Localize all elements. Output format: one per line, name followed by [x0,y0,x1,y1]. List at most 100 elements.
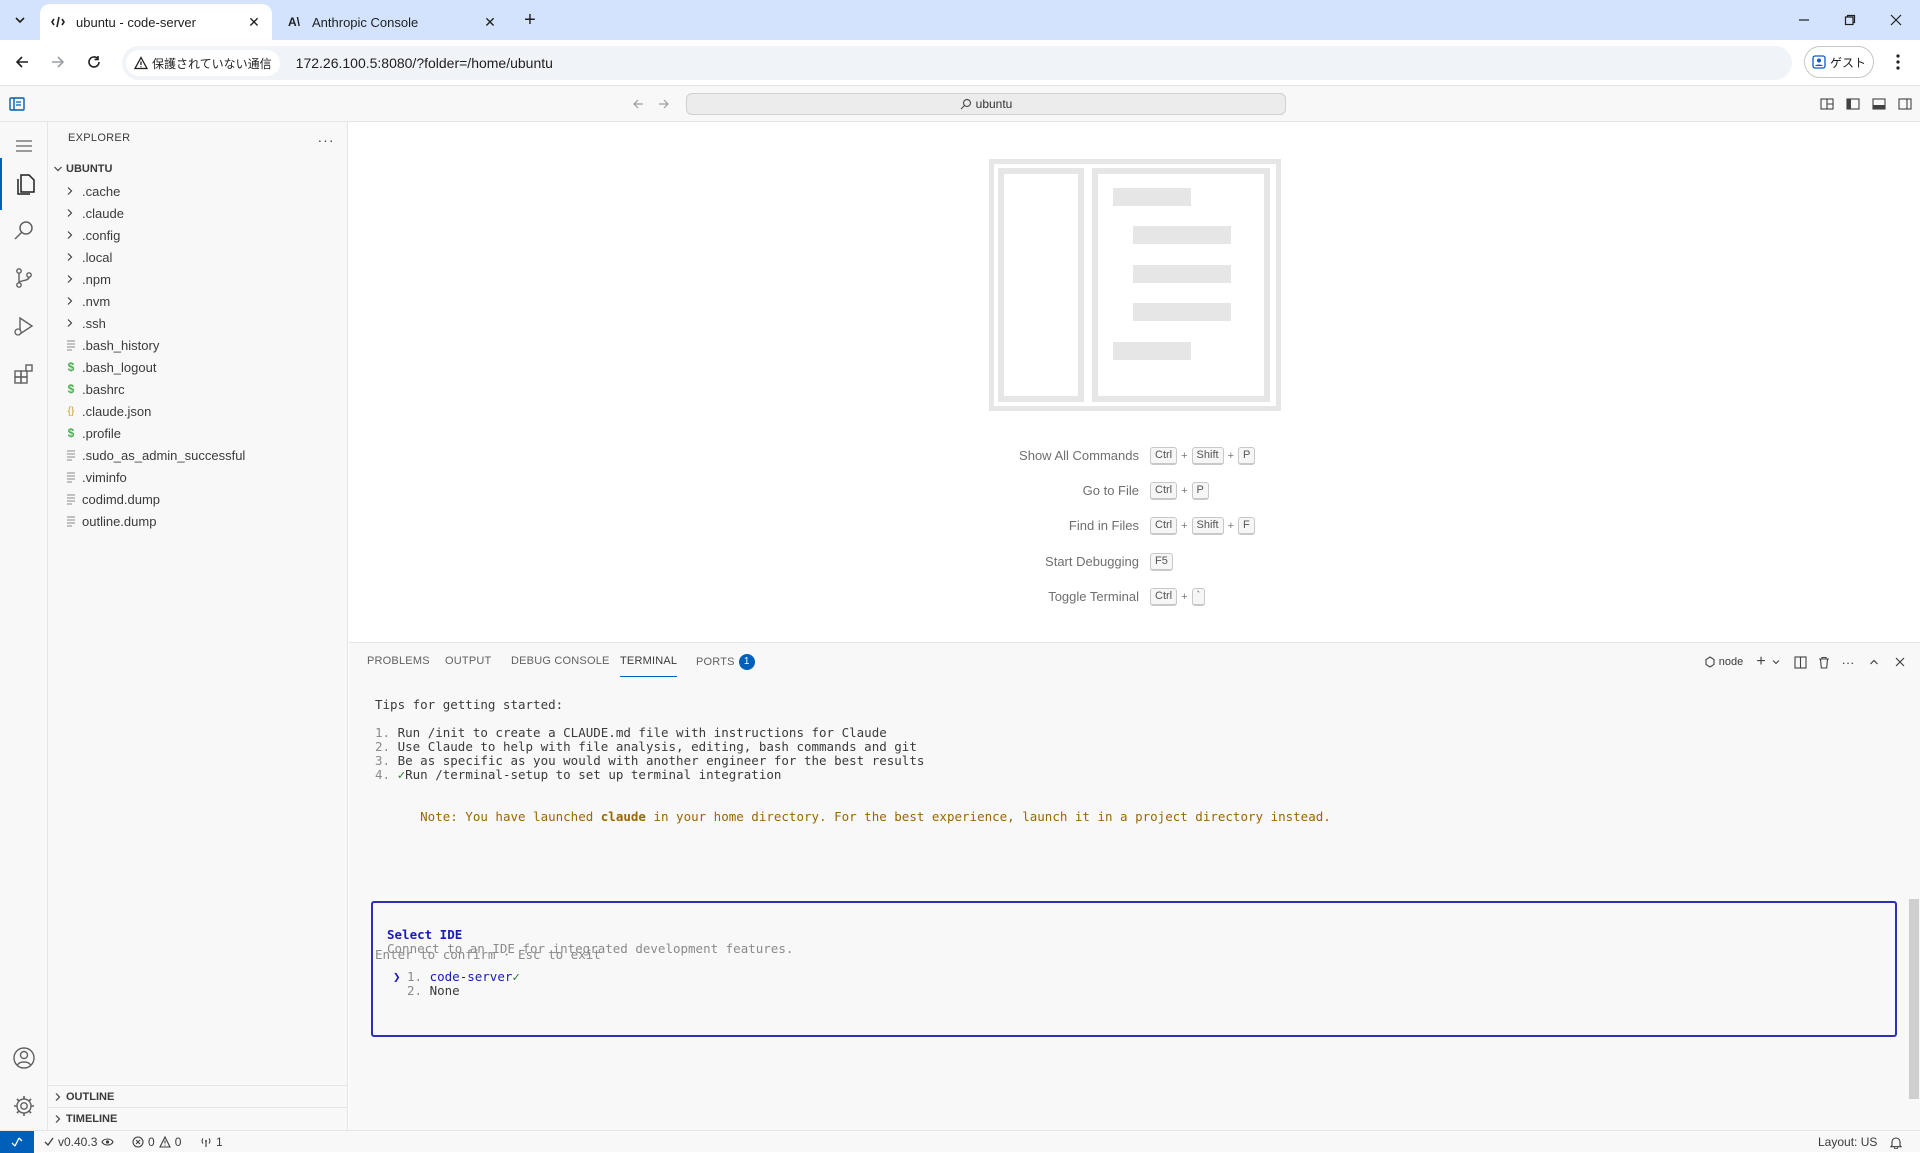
folder-item[interactable]: .config [48,224,347,246]
ide-option[interactable]: 2. None [393,983,460,998]
file-item[interactable]: codimd.dump [48,488,347,510]
nav-forward-button[interactable] [654,94,674,114]
tab-debug-console[interactable]: DEBUG CONSOLE [511,655,610,677]
tab-problems[interactable]: PROBLEMS [367,655,430,677]
status-bar: v0.40.3 0 0 1 Layout: US [0,1130,1920,1153]
security-chip[interactable]: 保護されていない通信 [126,50,280,76]
explorer-more-actions-button[interactable]: ··· [316,130,336,150]
terminal-name: node [1718,656,1744,668]
address-bar[interactable]: 保護されていない通信 172.26.100.5:8080/?folder=/ho… [122,46,1792,80]
key-separator: + [1227,520,1234,533]
tab-ports[interactable]: PORTS 1 [696,651,755,673]
toggle-panel-button[interactable] [1868,94,1890,114]
layout-icon [1820,98,1834,110]
close-panel-button[interactable] [1889,651,1911,673]
browser-menu-button[interactable] [1884,48,1912,76]
terminal-dropdown-button[interactable] [1769,651,1783,673]
file-name: outline.dump [82,513,157,529]
forward-button[interactable] [44,48,72,76]
chevron-right-icon [62,208,78,218]
folder-item[interactable]: .local [48,246,347,268]
notifications-button[interactable] [1890,1131,1902,1153]
folder-item[interactable]: .cache [48,180,347,202]
file-item[interactable]: .viminfo [48,466,347,488]
workspace-root[interactable]: UBUNTU [48,158,347,180]
run-debug-button[interactable] [0,302,48,350]
folder-item[interactable]: .ssh [48,312,347,334]
tab-label: TERMINAL [620,655,678,667]
panel-more-actions-button[interactable]: ··· [1837,651,1859,673]
search-icon [960,98,971,110]
version-status[interactable]: v0.40.3 [44,1131,114,1153]
back-button[interactable] [8,48,36,76]
chevron-right-icon [62,296,78,306]
close-window-button[interactable] [1876,6,1916,34]
toggle-secondary-sidebar-button[interactable] [1894,94,1916,114]
shortcut-label: Show All Commands [1019,448,1139,463]
outline-section[interactable]: OUTLINE [48,1085,347,1107]
file-item[interactable]: $ .profile [48,422,347,444]
ports-status[interactable]: 1 [200,1131,223,1153]
key-separator: + [1181,450,1188,462]
folder-item[interactable]: .claude [48,202,347,224]
split-terminal-button[interactable] [1789,651,1811,673]
terminal-selector[interactable]: node [1699,651,1749,673]
tab-search-button[interactable] [6,6,34,34]
file-item[interactable]: outline.dump [48,510,347,532]
nav-back-button[interactable] [628,94,648,114]
folder-item[interactable]: .npm [48,268,347,290]
problems-status[interactable]: 0 0 [132,1131,181,1153]
shortcut-label: Go to File [1082,483,1139,499]
file-item[interactable]: .sudo_as_admin_successful [48,444,347,466]
tip-text: Be as specific as you would with another… [397,753,925,768]
note-command: claude [600,809,646,824]
chevron-right-icon [50,1092,66,1102]
new-tab-button[interactable]: + [516,6,544,34]
application-menu-button[interactable] [6,94,28,114]
remote-indicator[interactable] [0,1131,34,1153]
tab-output[interactable]: OUTPUT [445,655,491,677]
shortcut-row: Go to File Ctrl + P [349,481,1920,501]
keyboard-layout-status[interactable]: Layout: US [1818,1131,1877,1153]
command-center[interactable]: ubuntu [686,93,1286,115]
file-item[interactable]: {} .claude.json [48,400,347,422]
chevron-down-icon [15,17,25,24]
manage-button[interactable] [0,1082,48,1130]
url-text[interactable]: 172.26.100.5:8080/?folder=/home/ubuntu [296,55,553,71]
file-item[interactable]: $ .bash_logout [48,356,347,378]
source-control-button[interactable] [0,254,48,302]
plus-icon: + [1756,653,1766,670]
reload-button[interactable] [80,48,108,76]
kill-terminal-button[interactable] [1813,651,1835,673]
accounts-button[interactable] [0,1034,48,1082]
terminal-output[interactable]: Tips for getting started: 1. Run /init t… [349,677,1920,1131]
new-terminal-button[interactable]: + [1751,651,1771,673]
ide-option[interactable]: ❯ 1. code-server✓ [393,969,520,984]
close-tab-icon[interactable]: ✕ [480,12,500,32]
split-icon [1793,655,1807,669]
toggle-primary-sidebar-button[interactable] [1842,94,1864,114]
minimize-button[interactable] [1784,6,1824,34]
maximize-panel-button[interactable] [1863,651,1885,673]
restore-button[interactable] [1830,6,1870,34]
file-item[interactable]: $ .bashrc [48,378,347,400]
extensions-button[interactable] [0,350,48,398]
profile-button[interactable]: ゲスト [1804,46,1874,78]
file-item[interactable]: .bash_history [48,334,347,356]
browser-tab-anthropic-console[interactable]: A\ Anthropic Console ✕ [276,4,508,40]
terminal-scrollbar[interactable] [1909,899,1919,1099]
search-button[interactable] [0,206,48,254]
shortcut-row: Toggle Terminal Ctrl + ` [349,587,1920,607]
dialog-footer-hint: Enter to confirm · Esc to exit [375,947,601,962]
folder-item[interactable]: .nvm [48,290,347,312]
chevron-up-icon [1870,659,1878,665]
customize-layout-button[interactable] [1816,94,1838,114]
browser-tab-strip: ubuntu - code-server ✕ A\ Anthropic Cons… [0,0,1920,40]
explorer-button[interactable] [0,158,48,210]
close-icon [1895,657,1905,667]
timeline-section[interactable]: TIMELINE [48,1107,347,1129]
warning-icon [158,1136,171,1148]
browser-tab-code-server[interactable]: ubuntu - code-server ✕ [40,4,272,40]
tab-terminal[interactable]: TERMINAL [620,655,678,677]
close-tab-icon[interactable]: ✕ [244,12,264,32]
